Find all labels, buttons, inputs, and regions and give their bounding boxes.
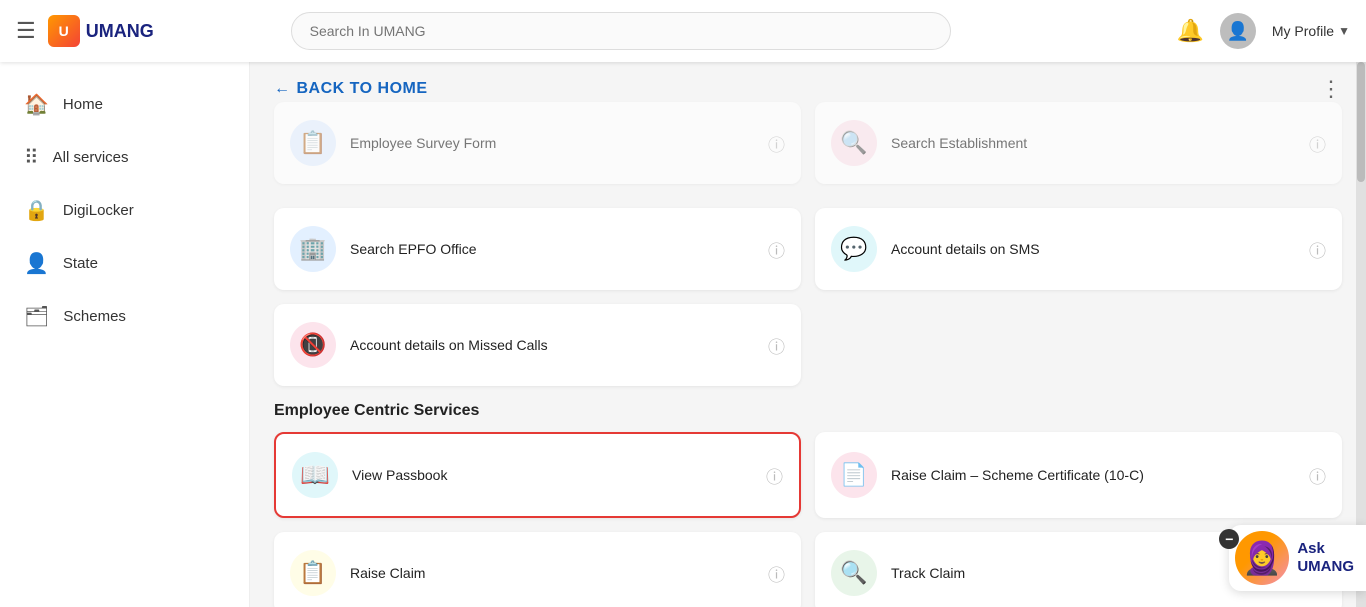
account-sms-icon: 💬	[840, 236, 867, 262]
profile-text: My Profile	[1272, 23, 1334, 39]
digilocker-icon: 🔒	[24, 198, 49, 223]
home-icon: 🏠	[24, 92, 49, 117]
info-icon[interactable]: ⓘ	[768, 333, 785, 358]
general-services-grid: 📋 Employee Survey Form ⓘ 🔍 Search Establ…	[274, 112, 1342, 386]
view-passbook-label: View Passbook	[352, 467, 752, 483]
sidebar-item-schemes[interactable]: 🗂 Schemes	[0, 290, 249, 343]
account-missed-icon-wrap: 📵	[290, 322, 336, 368]
service-card-raise-claim[interactable]: 📋 Raise Claim ⓘ	[274, 532, 801, 607]
sidebar: 🏠 Home ⠿ All services 🔒 DigiLocker 👤 Sta…	[0, 62, 250, 607]
search-epfo-icon: 🏢	[299, 236, 326, 262]
sidebar-item-label: Schemes	[63, 308, 126, 325]
hamburger-menu[interactable]: ☰	[16, 18, 36, 44]
sidebar-item-home[interactable]: 🏠 Home	[0, 78, 249, 131]
service-card-search-establishment[interactable]: 🔍 Search Establishment ⓘ	[815, 102, 1342, 184]
info-icon[interactable]: ⓘ	[768, 237, 785, 262]
sidebar-item-digilocker[interactable]: 🔒 DigiLocker	[0, 184, 249, 237]
sidebar-item-label: All services	[53, 149, 129, 166]
more-options-icon[interactable]: ⋮	[1320, 76, 1342, 102]
back-arrow-icon: ←	[274, 80, 291, 98]
passbook-icon: 📖	[300, 461, 330, 490]
scrollbar-thumb[interactable]	[1357, 62, 1365, 182]
service-card-account-missed[interactable]: 📵 Account details on Missed Calls ⓘ	[274, 304, 801, 386]
track-claim-icon-wrap: 🔍	[831, 550, 877, 596]
profile-label[interactable]: My Profile ▼	[1272, 23, 1350, 39]
ask-label-line1: Ask	[1297, 540, 1325, 557]
employee-centric-grid: 📖 View Passbook ⓘ 📄 Raise Claim – Scheme…	[274, 432, 1342, 607]
sidebar-item-label: State	[63, 255, 98, 272]
grid-icon: ⠿	[24, 145, 39, 170]
logo-text: UMANG	[86, 21, 154, 42]
nav-right: 🔔 👤 My Profile ▼	[1176, 13, 1350, 49]
info-icon[interactable]: ⓘ	[1309, 131, 1326, 156]
service-card-account-sms[interactable]: 💬 Account details on SMS ⓘ	[815, 208, 1342, 290]
employee-centric-title: Employee Centric Services	[274, 402, 1342, 420]
view-passbook-icon-wrap: 📖	[292, 452, 338, 498]
sidebar-item-state[interactable]: 👤 State	[0, 237, 249, 290]
chevron-down-icon: ▼	[1338, 24, 1350, 38]
info-icon[interactable]: ⓘ	[1309, 463, 1326, 488]
info-icon[interactable]: ⓘ	[768, 561, 785, 586]
schemes-icon: 🗂	[24, 304, 49, 329]
logo-icon: U	[48, 15, 80, 47]
track-claim-icon: 🔍	[840, 560, 867, 586]
search-establishment-icon: 🔍	[840, 130, 867, 156]
raise-claim-label: Raise Claim	[350, 565, 754, 581]
info-icon[interactable]: ⓘ	[768, 131, 785, 156]
back-to-home-link[interactable]: ← BACK TO HOME	[274, 80, 428, 98]
ask-umang-avatar: 🧕	[1235, 531, 1289, 585]
missed-call-icon: 📵	[299, 332, 326, 358]
ask-umang-widget[interactable]: − 🧕 Ask UMANG	[1229, 525, 1366, 591]
sidebar-item-all-services[interactable]: ⠿ All services	[0, 131, 249, 184]
ask-umang-label: Ask UMANG	[1297, 540, 1354, 576]
service-card-raise-claim-cert[interactable]: 📄 Raise Claim – Scheme Certificate (10-C…	[815, 432, 1342, 518]
service-card-employee-survey[interactable]: 📋 Employee Survey Form ⓘ	[274, 102, 801, 184]
info-icon[interactable]: ⓘ	[1309, 237, 1326, 262]
search-epfo-icon-wrap: 🏢	[290, 226, 336, 272]
account-sms-icon-wrap: 💬	[831, 226, 877, 272]
service-card-search-epfo[interactable]: 🏢 Search EPFO Office ⓘ	[274, 208, 801, 290]
search-input[interactable]	[291, 12, 951, 50]
employee-survey-label: Employee Survey Form	[350, 135, 754, 151]
ask-label-line2: UMANG	[1297, 558, 1354, 575]
employee-survey-icon: 📋	[299, 130, 326, 156]
account-sms-label: Account details on SMS	[891, 241, 1295, 257]
avatar[interactable]: 👤	[1220, 13, 1256, 49]
raise-claim-icon: 📋	[299, 560, 326, 586]
raise-claim-icon-wrap: 📋	[290, 550, 336, 596]
raise-claim-cert-label: Raise Claim – Scheme Certificate (10-C)	[891, 467, 1295, 483]
info-icon[interactable]: ⓘ	[766, 463, 783, 488]
search-establishment-label: Search Establishment	[891, 135, 1295, 151]
notification-bell-icon[interactable]: 🔔	[1176, 18, 1203, 44]
sidebar-item-label: Home	[63, 96, 103, 113]
minimize-icon[interactable]: −	[1219, 529, 1239, 549]
topnav: ☰ U UMANG 🔔 👤 My Profile ▼	[0, 0, 1366, 62]
employee-survey-icon-wrap: 📋	[290, 120, 336, 166]
search-epfo-label: Search EPFO Office	[350, 241, 754, 257]
raise-claim-cert-icon: 📄	[840, 462, 867, 488]
state-icon: 👤	[24, 251, 49, 276]
search-establishment-icon-wrap: 🔍	[831, 120, 877, 166]
sidebar-item-label: DigiLocker	[63, 202, 134, 219]
raise-claim-cert-icon-wrap: 📄	[831, 452, 877, 498]
service-card-view-passbook[interactable]: 📖 View Passbook ⓘ	[274, 432, 801, 518]
main-content: ← BACK TO HOME ⋮ 📋 Employee Survey Form …	[250, 62, 1366, 607]
search-bar-container	[291, 12, 951, 50]
logo[interactable]: U UMANG	[48, 15, 154, 47]
account-missed-label: Account details on Missed Calls	[350, 337, 754, 353]
back-label: BACK TO HOME	[297, 80, 428, 98]
